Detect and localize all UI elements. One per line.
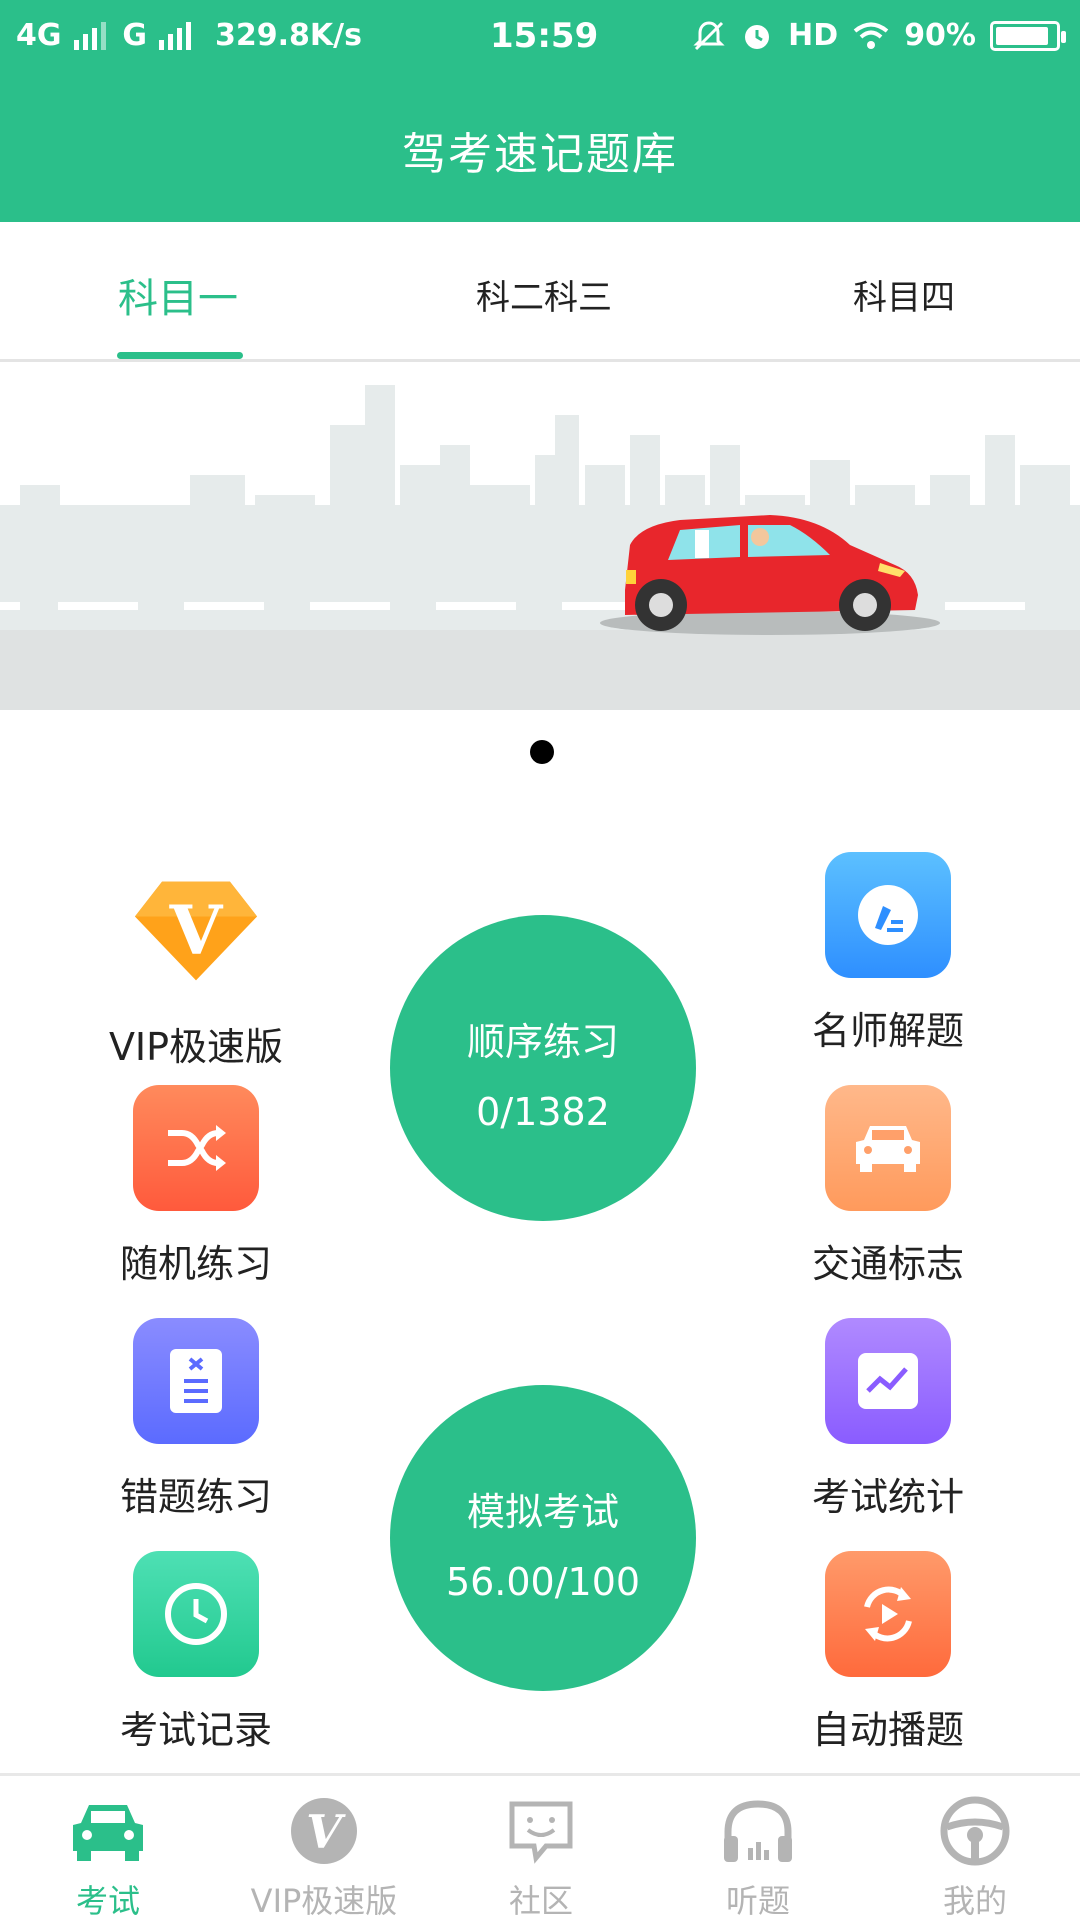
wifi-icon	[853, 22, 889, 49]
status-bar: 4G G 329.8K/s 15:59 HD 90%	[0, 0, 1080, 76]
nav-label: 社区	[508, 1882, 573, 1920]
city-car-illustration	[0, 385, 1080, 764]
feature-autoplay[interactable]: 自动播题	[778, 1551, 998, 1754]
feature-label: 自动播题	[811, 1708, 964, 1752]
mock-exam-title: 模拟考试	[466, 1490, 619, 1534]
network-speed: 329.8K/s	[215, 18, 362, 53]
tab-subject-one[interactable]: 科目一	[118, 266, 238, 324]
nav-label: 我的	[942, 1882, 1007, 1920]
network-type: 4G	[16, 18, 62, 53]
nav-label: 考试	[75, 1882, 140, 1920]
battery-icon	[990, 20, 1066, 51]
battery-fill	[996, 26, 1048, 45]
nav-community[interactable]: 社区	[441, 1794, 641, 1920]
sequence-practice-button[interactable]: 顺序练习 0/1382	[390, 915, 696, 1221]
feature-traffic-signs[interactable]: 交通标志	[778, 1085, 998, 1288]
steering-wheel-icon	[875, 1794, 1075, 1868]
banner-carousel[interactable]	[0, 365, 1080, 795]
headphones-icon	[658, 1794, 858, 1868]
feature-label: VIP极速版	[108, 1025, 284, 1069]
nav-listen[interactable]: 听题	[658, 1794, 858, 1920]
nav-exam[interactable]: 考试	[8, 1794, 208, 1920]
subject-tabs: 科目一 科二科三 科目四	[0, 222, 1080, 362]
nav-vip[interactable]: V VIP极速版	[224, 1794, 424, 1920]
car-icon	[8, 1794, 208, 1868]
feature-exam-stats[interactable]: 考试统计	[778, 1318, 998, 1521]
app-header: 4G G 329.8K/s 15:59 HD 90% 驾考速记题库	[0, 0, 1080, 222]
mock-exam-button[interactable]: 模拟考试 56.00/100	[390, 1385, 696, 1691]
feature-exam-records[interactable]: 考试记录	[86, 1551, 306, 1754]
svg-text:V: V	[306, 1805, 346, 1859]
sequence-practice-progress: 0/1382	[476, 1090, 610, 1134]
shuffle-icon	[133, 1085, 259, 1211]
active-tab-indicator	[117, 352, 243, 359]
feature-vip[interactable]: V VIP极速版	[86, 868, 306, 1071]
feature-wrong-practice[interactable]: 错题练习	[86, 1318, 306, 1521]
status-icons: HD 90%	[692, 18, 1066, 53]
pen-icon	[825, 852, 951, 978]
sequence-practice-title: 顺序练习	[466, 1020, 619, 1064]
clock: 15:59	[490, 16, 599, 56]
page-title: 驾考速记题库	[402, 129, 678, 180]
feature-teacher-explain[interactable]: 名师解题	[778, 852, 998, 1055]
vip-icon: V	[224, 1794, 424, 1868]
wrong-list-icon	[133, 1318, 259, 1444]
autoplay-icon	[825, 1551, 951, 1677]
bottom-navigation: 考试 V VIP极速版 社区 听题 我的	[0, 1773, 1080, 1920]
carousel-dot[interactable]	[530, 740, 554, 764]
clock-icon	[133, 1551, 259, 1677]
signal-icon-2	[159, 21, 192, 50]
nav-mine[interactable]: 我的	[875, 1794, 1075, 1920]
network-type-2: G	[122, 18, 148, 53]
feature-label: 考试记录	[119, 1708, 272, 1752]
hd-indicator: HD	[788, 18, 839, 53]
feature-label: 考试统计	[811, 1475, 964, 1519]
feature-label: 交通标志	[811, 1242, 964, 1286]
tab-subject-four[interactable]: 科目四	[853, 270, 955, 319]
tab-subject-two-three[interactable]: 科二科三	[476, 270, 612, 319]
feature-label: 错题练习	[119, 1475, 272, 1519]
battery-percent: 90%	[904, 18, 976, 53]
svg-text:V: V	[169, 889, 224, 969]
vip-diamond-icon: V	[133, 868, 259, 994]
mock-exam-score: 56.00/100	[445, 1560, 641, 1604]
signal-icon	[73, 21, 106, 50]
car-icon	[825, 1085, 951, 1211]
nav-label: VIP极速版	[250, 1882, 398, 1920]
community-icon	[441, 1794, 641, 1868]
nav-label: 听题	[725, 1882, 790, 1920]
network-indicator: 4G G	[16, 18, 197, 53]
mute-bell-icon	[693, 20, 725, 50]
chart-icon	[825, 1318, 951, 1444]
feature-random-practice[interactable]: 随机练习	[86, 1085, 306, 1288]
alarm-icon	[745, 24, 770, 49]
feature-label: 随机练习	[119, 1242, 272, 1286]
feature-label: 名师解题	[811, 1009, 964, 1053]
